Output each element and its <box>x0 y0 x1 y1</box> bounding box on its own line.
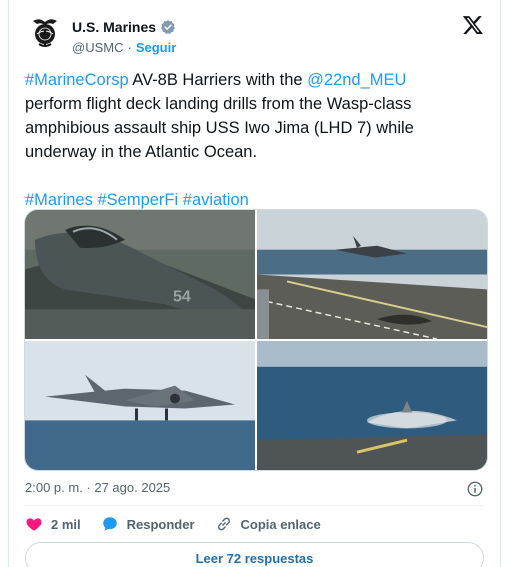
harrier-closeup-image: 54 <box>25 210 255 339</box>
read-replies-button[interactable]: Leer 72 respuestas <box>25 542 484 567</box>
hashtag-marines[interactable]: #Marines <box>25 191 93 209</box>
account-name[interactable]: U.S. Marines <box>72 19 156 35</box>
tweet-line-1-text: AV-8B Harriers with the <box>128 71 308 89</box>
tweet-line-4: underway in the Atlantic Ocean. <box>25 143 258 161</box>
svg-text:54: 54 <box>173 288 191 305</box>
x-logo-icon[interactable] <box>462 14 484 36</box>
heart-icon <box>26 518 42 531</box>
verified-badge-icon <box>161 20 175 35</box>
photo-harrier-takeoff[interactable] <box>257 341 487 470</box>
timestamp-row: 2:00 p. m. · 27 ago. 2025 <box>25 480 484 500</box>
usmc-emblem-avatar[interactable] <box>25 12 65 52</box>
tweet-header: U.S. Marines @USMC · Seguir <box>25 12 486 60</box>
hashtag-semperfi[interactable]: #SemperFi <box>97 191 178 209</box>
tweet-line-1: #MarineCorsp AV-8B Harriers with the @22… <box>25 68 490 92</box>
hashtag-aviation[interactable]: #aviation <box>183 191 249 209</box>
follow-button[interactable]: Seguir <box>136 40 176 55</box>
like-action[interactable]: 2 mil <box>25 515 81 533</box>
media-grid: 54 <box>24 209 488 471</box>
photo-harrier-cockpit[interactable]: 54 <box>25 210 255 339</box>
link-icon <box>217 517 230 531</box>
tweet-text: #MarineCorsp AV-8B Harriers with the @22… <box>25 68 490 212</box>
photo-harrier-deck-landing[interactable] <box>257 210 487 339</box>
copy-link-label: Copia enlace <box>240 516 321 532</box>
tweet-line-3: amphibious assault ship USS Iwo Jima (LH… <box>25 119 414 137</box>
divider <box>25 505 484 506</box>
mention-22nd-meu[interactable]: @22nd_MEU <box>307 71 406 89</box>
account-name-row: U.S. Marines <box>72 19 176 35</box>
harrier-deck-image <box>257 210 487 339</box>
reply-label: Responder <box>126 516 195 532</box>
tweet-timestamp[interactable]: 2:00 p. m. · 27 ago. 2025 <box>25 480 170 495</box>
handle-row: @USMC · Seguir <box>72 40 176 55</box>
eagle-globe-anchor-icon <box>25 12 65 52</box>
tweet-line-2: perform flight deck landing drills from … <box>25 95 412 113</box>
reply-bubble-icon <box>102 517 117 531</box>
photo-harrier-hover[interactable] <box>25 341 255 470</box>
account-handle[interactable]: @USMC <box>72 40 123 55</box>
tweet-card: U.S. Marines @USMC · Seguir #MarineCorsp… <box>8 0 501 567</box>
reply-action[interactable]: Responder <box>101 515 195 533</box>
hashtag-marinecorsp[interactable]: #MarineCorsp <box>25 71 129 89</box>
harrier-takeoff-image <box>257 341 487 470</box>
actions-bar: 2 mil Responder Copia enlace <box>25 513 341 535</box>
likes-count: 2 mil <box>51 516 81 532</box>
info-icon[interactable] <box>466 480 484 498</box>
separator-dot: · <box>127 40 132 55</box>
harrier-hover-image <box>25 341 255 470</box>
copy-link-action[interactable]: Copia enlace <box>215 515 321 533</box>
